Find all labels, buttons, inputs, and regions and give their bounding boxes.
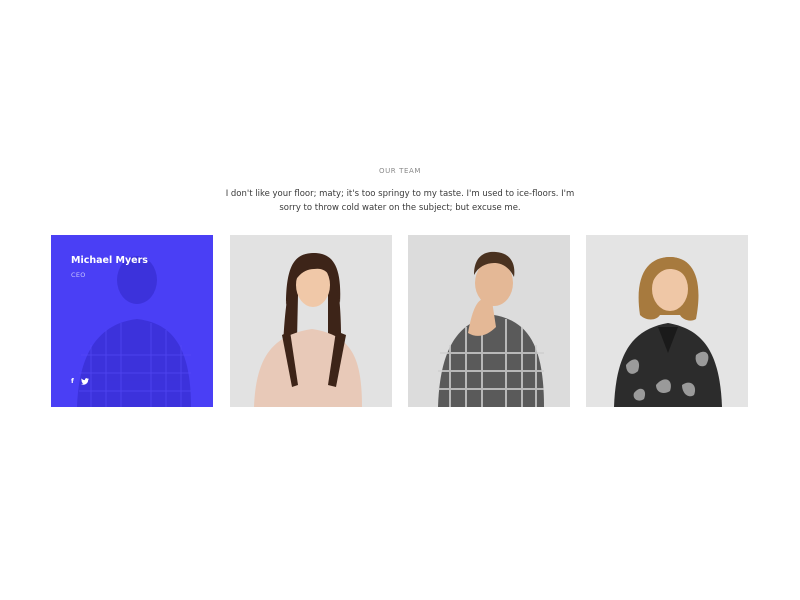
member-photo — [230, 235, 392, 407]
team-section: OUR TEAM I don't like your floor; maty; … — [0, 0, 800, 600]
member-social-links: f — [71, 377, 89, 385]
team-member-card[interactable] — [230, 235, 392, 407]
team-member-card[interactable] — [408, 235, 570, 407]
member-overlay: Michael Myers CEO f — [51, 235, 213, 407]
team-member-card-michael-myers[interactable]: Michael Myers CEO f — [51, 235, 213, 407]
member-photo — [408, 235, 570, 407]
member-photo — [586, 235, 748, 407]
section-intro: I don't like your floor; maty; it's too … — [225, 189, 575, 213]
member-role: CEO — [71, 271, 86, 279]
member-name: Michael Myers — [71, 255, 148, 266]
team-member-card[interactable] — [586, 235, 748, 407]
section-eyebrow: OUR TEAM — [378, 167, 422, 175]
twitter-icon[interactable] — [80, 377, 89, 385]
facebook-icon[interactable]: f — [71, 377, 74, 385]
